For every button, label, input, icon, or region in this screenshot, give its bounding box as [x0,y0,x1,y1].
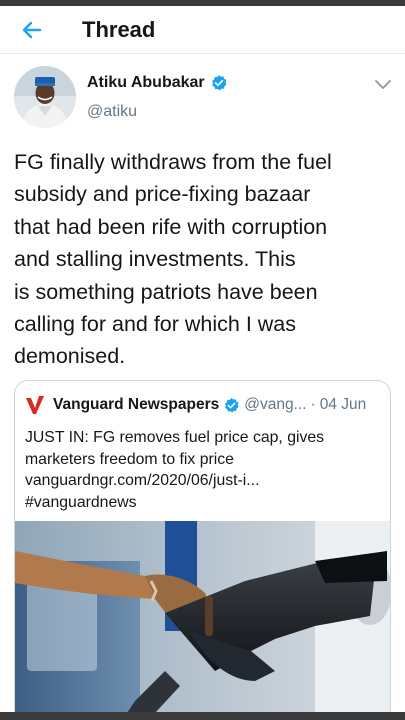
avatar-portrait [14,66,76,128]
back-button[interactable] [6,6,58,54]
more-options-button[interactable] [372,74,394,96]
chevron-down-icon [375,80,391,89]
quoted-tweet-date[interactable]: 04 Jun [320,396,367,414]
fuel-pump-image[interactable] [15,521,390,712]
bottom-strip [0,712,405,720]
fuel-nozzle-illustration [15,521,390,712]
author-name-row: Atiku Abubakar [87,74,228,92]
tweet-text: FG finally withdraws from the fuel subsi… [14,150,332,369]
tweet-author: Atiku Abubakar @atiku [14,66,394,132]
author-name[interactable]: Atiku Abubakar [87,74,205,92]
vanguard-logo-icon [23,394,47,416]
separator-dot: · [310,396,316,413]
avatar[interactable] [14,66,76,128]
verified-badge-icon [225,397,239,413]
quoted-tweet-text: JUST IN: FG removes fuel price cap, give… [25,429,325,511]
quoted-tweet-header: Vanguard Newspapers @vang... · 04 Jun [15,393,390,417]
arrow-left-icon [22,21,42,38]
quoted-tweet-card[interactable]: Vanguard Newspapers @vang... · 04 Jun JU… [14,380,391,712]
quoted-author-name[interactable]: Vanguard Newspapers [53,396,219,414]
quoted-author-handle[interactable]: @vang... [244,396,306,414]
page-title: Thread [82,16,156,42]
author-handle[interactable]: @atiku [87,103,137,121]
thread-header: Thread [0,6,405,54]
verified-badge-icon [211,75,227,91]
